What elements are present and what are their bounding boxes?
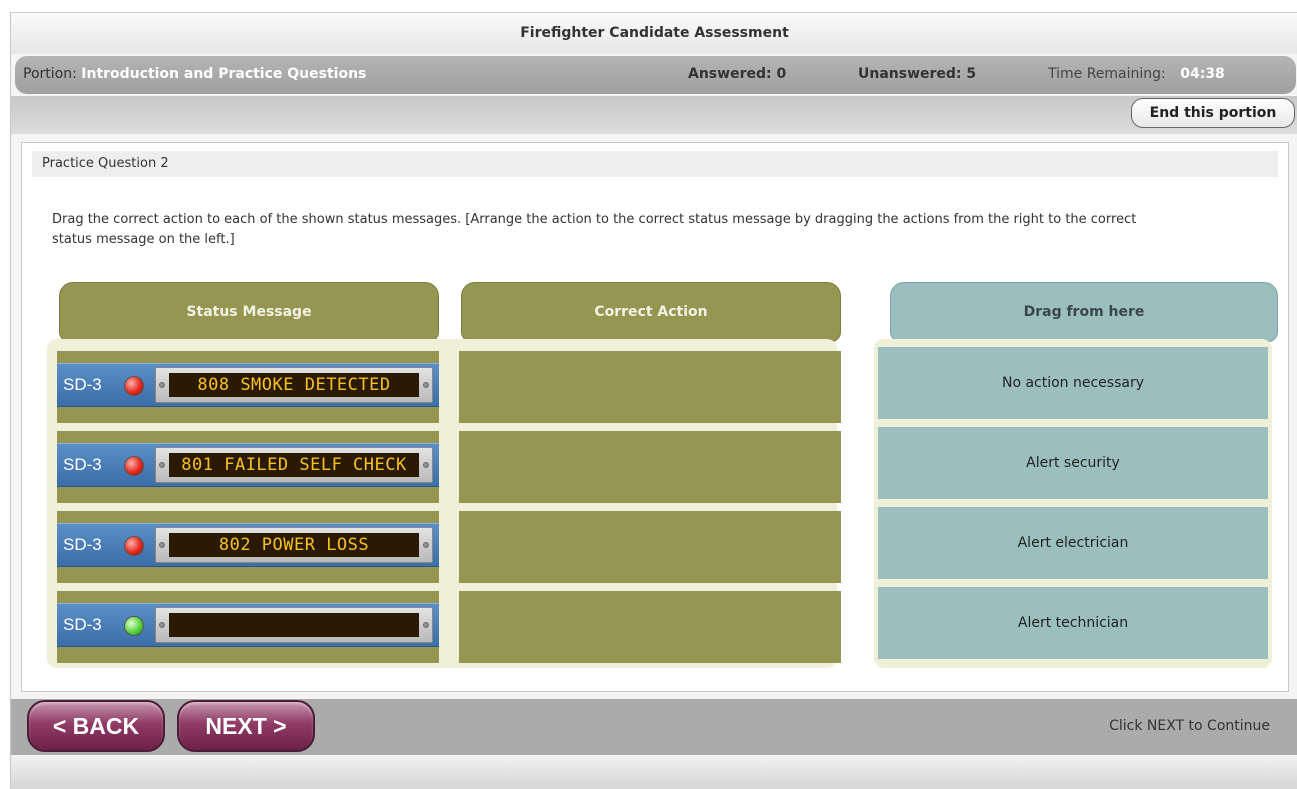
question-content: Practice Question 2 Drag the correct act… — [21, 142, 1289, 692]
smoke-detector-display: SD-3 — [57, 603, 439, 647]
red-led-icon — [124, 456, 144, 476]
green-led-icon — [124, 616, 144, 636]
screw-icon — [423, 462, 429, 468]
end-portion-button[interactable]: End this portion — [1131, 98, 1295, 128]
toolbar: End this portion — [11, 96, 1297, 134]
lcd-message: 808 SMOKE DETECTED — [169, 373, 419, 397]
device-label: SD-3 — [63, 615, 102, 634]
display-bezel: 801 FAILED SELF CHECK — [155, 447, 433, 483]
red-led-icon — [124, 536, 144, 556]
red-led-icon — [124, 376, 144, 396]
time-label: Time Remaining: — [1048, 66, 1166, 82]
display-bezel: 802 POWER LOSS — [155, 527, 433, 563]
device-label: SD-3 — [63, 455, 102, 474]
screw-icon — [159, 382, 165, 388]
correct-action-drop-zone[interactable] — [459, 511, 841, 583]
action-alert-electrician[interactable]: Alert electrician — [878, 507, 1268, 579]
smoke-detector-display: SD-3 801 FAILED SELF CHECK — [57, 443, 439, 487]
answered-count: Answered: 0 — [688, 66, 787, 82]
action-no-action-necessary[interactable]: No action necessary — [878, 347, 1268, 419]
status-message-row: SD-3 — [57, 591, 439, 663]
display-bezel — [155, 607, 433, 643]
correct-action-header: Correct Action — [461, 282, 841, 342]
device-label: SD-3 — [63, 375, 102, 394]
device-label: SD-3 — [63, 535, 102, 554]
screw-icon — [423, 622, 429, 628]
continue-hint: Click NEXT to Continue — [1109, 718, 1270, 734]
screw-icon — [159, 622, 165, 628]
smoke-detector-display: SD-3 802 POWER LOSS — [57, 523, 439, 567]
lcd-message — [169, 613, 419, 637]
screw-icon — [423, 382, 429, 388]
screw-icon — [159, 542, 165, 548]
question-header: Practice Question 2 — [32, 151, 1278, 177]
status-message-row: SD-3 802 POWER LOSS — [57, 511, 439, 583]
screw-icon — [423, 542, 429, 548]
next-button[interactable]: NEXT > — [177, 700, 315, 752]
screw-icon — [159, 462, 165, 468]
footer-nav: < BACK NEXT > Click NEXT to Continue — [11, 699, 1297, 755]
portion-info: Portion: Introduction and Practice Quest… — [23, 66, 366, 82]
status-message-row: SD-3 808 SMOKE DETECTED — [57, 351, 439, 423]
drag-source-panel: No action necessary Alert security Alert… — [874, 339, 1272, 668]
correct-action-drop-zone[interactable] — [459, 591, 841, 663]
status-message-header: Status Message — [59, 282, 439, 342]
action-alert-security[interactable]: Alert security — [878, 427, 1268, 499]
lcd-message: 802 POWER LOSS — [169, 533, 419, 557]
display-bezel: 808 SMOKE DETECTED — [155, 367, 433, 403]
status-bar: Portion: Introduction and Practice Quest… — [15, 56, 1296, 94]
back-button[interactable]: < BACK — [27, 700, 165, 752]
correct-action-drop-zone[interactable] — [459, 431, 841, 503]
lcd-message: 801 FAILED SELF CHECK — [169, 453, 419, 477]
app-title: Firefighter Candidate Assessment — [11, 12, 1297, 54]
matching-panel: SD-3 808 SMOKE DETECTED SD-3 801 FAILED — [47, 339, 841, 668]
assessment-window: Firefighter Candidate Assessment Portion… — [10, 12, 1297, 789]
action-alert-technician[interactable]: Alert technician — [878, 587, 1268, 659]
portion-value: Introduction and Practice Questions — [81, 66, 367, 82]
question-instructions: Drag the correct action to each of the s… — [52, 212, 1137, 247]
bottom-strip — [11, 755, 1297, 789]
drag-from-here-header: Drag from here — [890, 282, 1278, 342]
portion-label: Portion: — [23, 66, 77, 82]
smoke-detector-display: SD-3 808 SMOKE DETECTED — [57, 363, 439, 407]
time-remaining: Time Remaining: 04:38 — [1048, 66, 1225, 82]
correct-action-drop-zone[interactable] — [459, 351, 841, 423]
unanswered-count: Unanswered: 5 — [858, 66, 977, 82]
status-message-row: SD-3 801 FAILED SELF CHECK — [57, 431, 439, 503]
time-value: 04:38 — [1180, 66, 1225, 82]
